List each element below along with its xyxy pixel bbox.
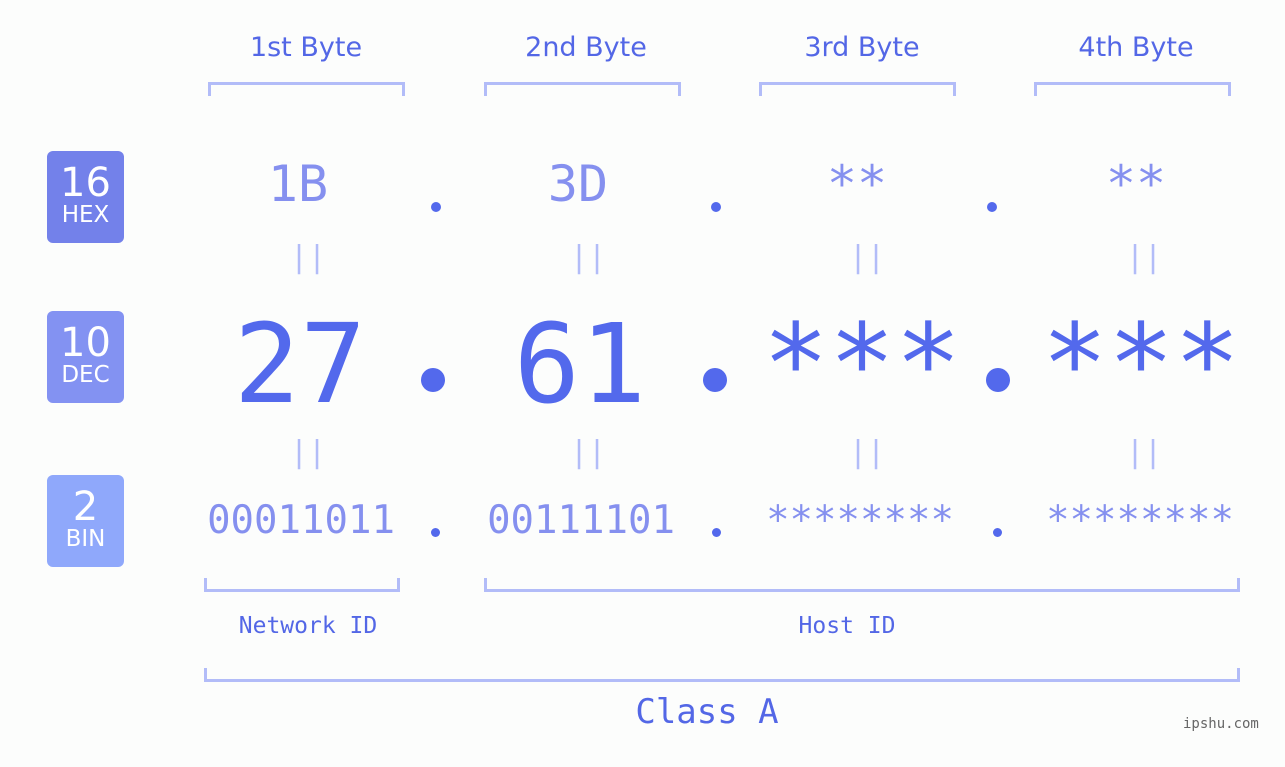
bin-byte-1: 00011011 (207, 498, 395, 543)
dec-base-label: DEC (61, 362, 110, 388)
bin-dot-3 (993, 528, 1002, 537)
byte-bracket-4 (1034, 82, 1231, 96)
hex-byte-4: ** (1105, 155, 1167, 213)
dec-badge: 10 DEC (47, 311, 124, 403)
network-id-label: Network ID (238, 613, 378, 639)
hex-dot-3 (987, 202, 997, 212)
hex-byte-2: 3D (547, 155, 609, 213)
byte-bracket-1 (208, 82, 405, 96)
hex-base-number: 16 (60, 160, 111, 206)
byte-label-3: 3rd Byte (804, 32, 920, 63)
dec-base-number: 10 (60, 320, 111, 366)
byte-bracket-3 (759, 82, 956, 96)
byte-bracket-2 (484, 82, 681, 96)
dec-byte-3: *** (762, 300, 962, 428)
hex-base-label: HEX (61, 202, 110, 228)
hex-badge: 16 HEX (47, 151, 124, 243)
equals-icon: || (1126, 435, 1163, 470)
byte-label-4: 4th Byte (1078, 32, 1194, 63)
equals-icon: || (570, 435, 607, 470)
host-id-bracket (484, 578, 1240, 592)
byte-label-2: 2nd Byte (525, 32, 647, 63)
class-bracket (204, 668, 1240, 682)
hex-dot-1 (431, 202, 441, 212)
equals-icon: || (290, 240, 327, 275)
dec-byte-1: 27 (233, 300, 367, 428)
bin-byte-2: 00111101 (487, 498, 675, 543)
hex-dot-2 (711, 202, 721, 212)
hex-byte-3: ** (826, 155, 888, 213)
byte-label-1: 1st Byte (249, 32, 363, 63)
network-id-bracket (204, 578, 400, 592)
bin-badge: 2 BIN (47, 475, 124, 567)
dec-dot-1 (421, 368, 445, 392)
dec-dot-2 (703, 368, 727, 392)
dec-dot-3 (986, 368, 1010, 392)
equals-icon: || (849, 240, 886, 275)
bin-byte-4: ******** (1046, 498, 1234, 543)
watermark: ipshu.com (1183, 716, 1259, 732)
bin-dot-1 (431, 528, 440, 537)
equals-icon: || (570, 240, 607, 275)
bin-byte-3: ******** (766, 498, 954, 543)
class-label: Class A (635, 692, 779, 732)
bin-dot-2 (712, 528, 721, 537)
equals-icon: || (1126, 240, 1163, 275)
bin-base-label: BIN (65, 526, 106, 552)
bin-base-number: 2 (72, 484, 99, 530)
host-id-label: Host ID (798, 613, 896, 639)
equals-icon: || (290, 435, 327, 470)
dec-byte-2: 61 (513, 300, 647, 428)
hex-byte-1: 1B (267, 155, 329, 213)
equals-icon: || (849, 435, 886, 470)
dec-byte-4: *** (1041, 300, 1241, 428)
